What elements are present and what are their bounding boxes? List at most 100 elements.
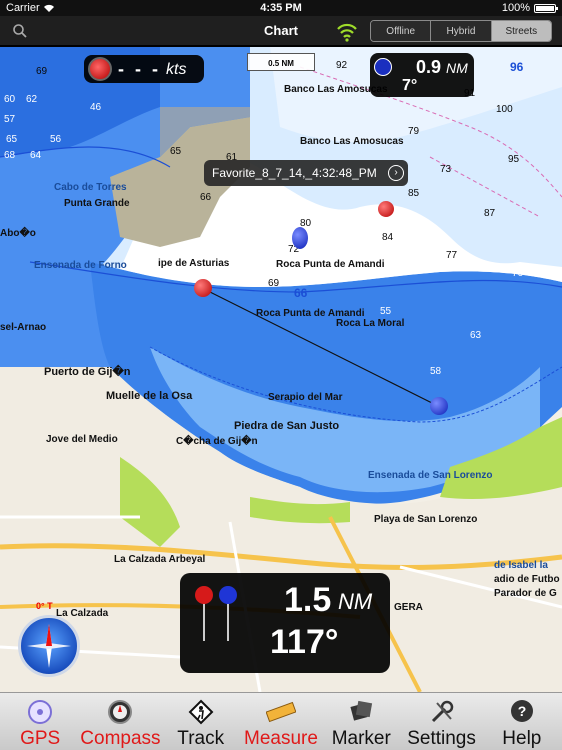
map-label: Abo�o <box>0 228 36 239</box>
depth-sounding: 87 <box>484 208 496 219</box>
depth-sounding: 65 <box>6 134 18 145</box>
depth-sounding: 95 <box>508 154 520 165</box>
toolbar-track-button[interactable]: Track <box>161 693 241 750</box>
north-arrow-icon <box>374 58 392 76</box>
toolbar-label: GPS <box>20 728 61 749</box>
toolbar-settings-button[interactable]: Settings <box>401 693 481 750</box>
measure-distance: 1.5 <box>284 581 332 619</box>
marker-pin-icon[interactable] <box>194 279 212 297</box>
scale-bar: 0.5 NM <box>247 53 315 71</box>
speed-value: - - - <box>118 59 161 79</box>
toolbar-label: Track <box>177 728 225 749</box>
toolbar-compass-button[interactable]: Compass <box>80 693 161 750</box>
map-label: Cabo de Torres <box>54 182 127 193</box>
depth-sounding: 62 <box>26 94 38 105</box>
map-mode-segmented-control: Offline Hybrid Streets <box>370 20 552 42</box>
map-label: C�cha de Gij�n <box>176 436 258 447</box>
map-label: Serapio del Mar <box>268 392 343 403</box>
map-label: Banco Las Amosucas <box>300 136 404 147</box>
depth-sounding: 66 <box>294 286 308 300</box>
toolbar-label: Help <box>502 728 542 749</box>
depth-sounding: 84 <box>382 232 394 243</box>
bearing-distance: 0.9 <box>416 57 442 77</box>
status-time: 4:35 PM <box>260 2 302 14</box>
settings-icon <box>427 697 457 727</box>
depth-sounding: 69 <box>268 278 280 289</box>
map-label: de Isabel la <box>494 560 548 571</box>
battery-group: 100% <box>501 2 558 14</box>
depth-sounding: 63 <box>470 330 482 341</box>
speed-unit: kts <box>166 61 187 78</box>
track-icon <box>186 697 216 727</box>
depth-sounding: 73 <box>440 164 452 175</box>
search-icon[interactable] <box>12 23 28 39</box>
toolbar-marker-button[interactable]: Marker <box>321 693 401 750</box>
depth-sounding: 66 <box>200 192 212 203</box>
measure-pins-icon <box>195 586 237 641</box>
ruler-icon <box>265 697 296 727</box>
compass-rose-button[interactable] <box>18 615 80 677</box>
status-bar: Carrier 4:35 PM 100% <box>0 0 562 16</box>
battery-icon <box>534 3 558 13</box>
map-label: adio de Futbo <box>494 574 560 585</box>
measure-degrees: 117° <box>270 623 339 661</box>
measure-unit: NM <box>338 589 373 614</box>
depth-sounding: 85 <box>408 188 420 199</box>
marker-pin-icon[interactable] <box>430 397 448 415</box>
wifi-icon <box>43 4 54 12</box>
map-label: Playa de San Lorenzo <box>374 514 478 525</box>
toolbar-label: Compass <box>80 728 161 749</box>
toolbar-label: Marker <box>331 728 391 749</box>
depth-sounding: 56 <box>50 134 62 145</box>
carrier-label: Carrier <box>6 2 40 14</box>
bottom-toolbar: GPS Compass Track Measure Marker Setting… <box>0 692 562 750</box>
segment-offline[interactable]: Offline <box>371 21 432 41</box>
toolbar-measure-button[interactable]: Measure <box>241 693 321 750</box>
toolbar-help-button[interactable]: ? Help <box>482 693 562 750</box>
toolbar-gps-button[interactable]: GPS <box>0 693 80 750</box>
favorite-name: Favorite_8_7_14,_4:32:48_PM <box>212 166 377 180</box>
depth-sounding: 46 <box>90 102 102 113</box>
depth-sounding: 55 <box>380 306 392 317</box>
disclosure-icon[interactable]: › <box>388 165 404 181</box>
bearing-indicator[interactable]: 0.9 NM 7° <box>370 53 474 97</box>
nav-bar: Chart Offline Hybrid Streets <box>0 16 562 46</box>
segment-streets[interactable]: Streets <box>491 21 551 41</box>
bearing-degrees: 7° <box>402 77 418 94</box>
map-label: La Calzada Arbeyal <box>114 554 206 565</box>
marker-pin-icon[interactable] <box>378 201 394 217</box>
signal-icon <box>337 23 357 42</box>
nautical-chart-map[interactable]: 69 62 60 65 57 56 64 68 61 65 66 69 46 8… <box>0 47 562 692</box>
marker-icon <box>346 697 376 727</box>
depth-sounding: 79 <box>408 126 420 137</box>
compass-north-label: 0° T <box>36 601 53 611</box>
depth-sounding: 60 <box>4 94 16 105</box>
waypoint-icon[interactable] <box>292 227 308 249</box>
depth-sounding: 77 <box>446 250 458 261</box>
carrier-group: Carrier <box>6 2 55 14</box>
map-label: Parador de G <box>494 588 557 599</box>
compass-icon <box>105 697 135 727</box>
map-label: Puerto de Gij�n <box>44 366 131 378</box>
map-label: Roca La Moral <box>336 318 405 329</box>
measure-readout[interactable]: 1.5 NM 117° <box>180 573 390 673</box>
depth-sounding: 57 <box>4 114 16 125</box>
favorite-callout[interactable]: Favorite_8_7_14,_4:32:48_PM › <box>204 160 408 186</box>
toolbar-label: Settings <box>407 728 476 749</box>
depth-sounding: 92 <box>336 60 348 71</box>
map-label: Jove del Medio <box>46 434 118 445</box>
depth-sounding: 58 <box>430 366 442 377</box>
map-label: GERA <box>394 602 423 613</box>
depth-sounding: 96 <box>510 60 524 74</box>
bearing-unit: NM <box>446 60 468 76</box>
map-label: Muelle de la Osa <box>106 390 193 402</box>
gps-icon <box>25 697 55 727</box>
segment-hybrid[interactable]: Hybrid <box>431 21 492 41</box>
toolbar-label: Measure <box>244 728 318 749</box>
map-label: Piedra de San Justo <box>234 420 340 432</box>
compass-rose-icon <box>27 624 71 668</box>
depth-sounding: 100 <box>496 104 513 115</box>
map-label: Ensenada de Forno <box>34 260 127 271</box>
speed-indicator[interactable]: - - - kts <box>84 55 204 83</box>
battery-percent: 100% <box>501 2 530 14</box>
